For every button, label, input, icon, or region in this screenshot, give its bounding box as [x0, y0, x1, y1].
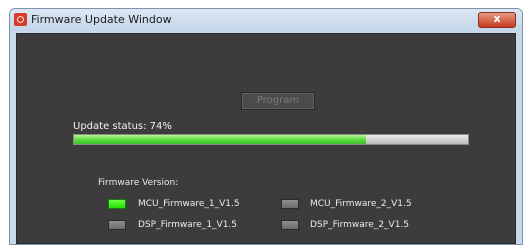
app-logo-icon — [14, 13, 27, 26]
dsp-firmware-1-indicator — [108, 220, 126, 230]
dsp-firmware-2-label: DSP_Firmware_2_V1.5 — [310, 220, 410, 230]
program-button-label: Program — [256, 95, 300, 106]
mcu-firmware-1-label: MCU_Firmware_1_V1.5 — [138, 199, 240, 209]
dsp-firmware-2-indicator — [281, 220, 299, 230]
mcu-firmware-1-indicator — [108, 199, 126, 209]
content-panel: Program Update status: 74% Firmware Vers… — [16, 33, 516, 244]
progress-fill — [74, 135, 366, 144]
firmware-update-window: Firmware Update Window x Program Update … — [9, 8, 523, 245]
title-bar[interactable]: Firmware Update Window x — [10, 9, 522, 31]
mcu-firmware-2-indicator — [281, 199, 299, 209]
close-icon: x — [493, 12, 501, 25]
mcu-firmware-2-label: MCU_Firmware_2_V1.5 — [310, 199, 412, 209]
close-button[interactable]: x — [478, 12, 516, 28]
firmware-version-label: Firmware Version: — [98, 178, 179, 188]
update-status-label: Update status: 74% — [73, 121, 172, 132]
dsp-firmware-1-label: DSP_Firmware_1_V1.5 — [138, 220, 238, 230]
window-title: Firmware Update Window — [31, 13, 172, 26]
update-progress-bar — [73, 134, 469, 145]
program-button[interactable]: Program — [241, 92, 315, 110]
